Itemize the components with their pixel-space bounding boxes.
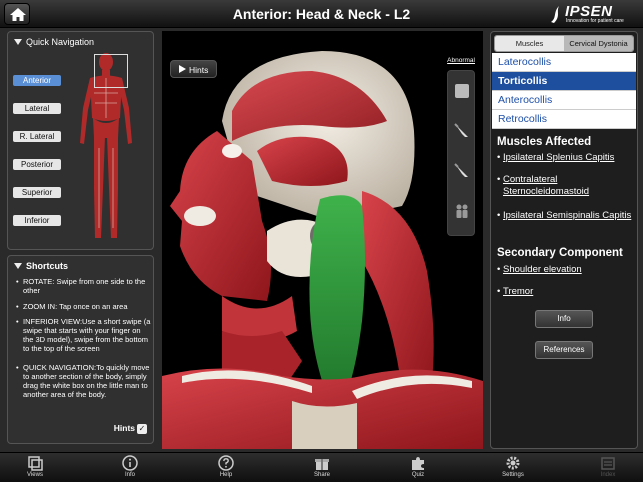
shortcut-item: • QUICK NAVIGATION:To quickly move to ano… (16, 363, 150, 399)
view-button-r-lateral[interactable]: R. Lateral (13, 131, 61, 142)
dystonia-type-torticollis[interactable]: Torticollis (492, 72, 636, 91)
tab-label: Views (27, 472, 43, 478)
tab-index[interactable]: Index (578, 454, 638, 482)
brand-logo: IPSEN Innovation for patient care (549, 2, 637, 26)
tab-label: Index (600, 472, 616, 478)
tab-help[interactable]: Help (196, 454, 256, 482)
hints-button[interactable]: Hints (170, 60, 217, 78)
tab-info[interactable]: Info (100, 454, 160, 482)
hints-button-label: Hints (189, 65, 209, 75)
views-icon (28, 456, 43, 471)
shortcuts-header[interactable]: Shortcuts (14, 261, 68, 271)
tab-label: Info (124, 472, 135, 478)
tab-share[interactable]: Share (292, 454, 352, 482)
tab-settings[interactable]: Settings (483, 454, 543, 482)
hints-checkbox[interactable]: ✓ (137, 424, 147, 434)
secondary-link[interactable]: • Tremor (497, 286, 635, 298)
view-button-anterior[interactable]: Anterior (13, 75, 61, 86)
tab-label: Help (219, 472, 233, 478)
tab-quiz[interactable]: Quiz (388, 454, 448, 482)
cervical-dystonia-panel: Muscles Cervical Dystonia Laterocollis T… (490, 31, 638, 449)
layers-tool-button[interactable] (452, 201, 472, 221)
brand-tagline: Innovation for patient care (566, 18, 624, 24)
secondary-component-title: Secondary Component (497, 247, 623, 259)
square-select-icon (455, 84, 469, 98)
page-title: Anterior: Head & Neck - L2 (232, 6, 411, 22)
tab-label: Share (313, 472, 330, 478)
tab-label: Settings (502, 472, 524, 478)
view-button-posterior[interactable]: Posterior (13, 159, 61, 170)
dystonia-type-laterocollis[interactable]: Laterocollis (492, 53, 636, 72)
shortcuts-panel: Shortcuts • ROTATE: Swipe from one side t… (7, 255, 154, 444)
quick-navigation-header[interactable]: Quick Navigation (14, 37, 94, 47)
anatomy-3d-viewport[interactable]: Hints Abnormal (162, 31, 483, 449)
muscles-affected-title: Muscles Affected (497, 136, 592, 148)
info-icon (122, 455, 138, 471)
scalpel-icon (454, 163, 468, 177)
bottom-tab-bar: Views Info Help Share Quiz Settings Inde… (0, 452, 643, 482)
restore-tool-button[interactable] (452, 161, 472, 181)
brand-mark-icon (551, 6, 559, 23)
dissect-tool-button[interactable] (452, 121, 472, 141)
shortcut-item: • INFERIOR VIEW:Use a short swipe (a swip… (16, 317, 151, 353)
collapse-triangle-icon (14, 39, 22, 45)
view-button-lateral[interactable]: Lateral (13, 103, 61, 114)
dystonia-type-anterocollis[interactable]: Anterocollis (492, 91, 636, 110)
navigation-selection-box[interactable] (94, 54, 128, 88)
panel-segmented-control: Muscles Cervical Dystonia (494, 35, 634, 52)
abnormal-link[interactable]: Abnormal (447, 57, 475, 64)
gift-icon (315, 459, 329, 470)
people-icon (456, 204, 468, 218)
view-button-inferior[interactable]: Inferior (13, 215, 61, 226)
info-button[interactable]: Info (535, 310, 593, 328)
scalpel-icon (454, 123, 468, 137)
view-button-superior[interactable]: Superior (13, 187, 61, 198)
shortcut-item: • ZOOM IN: Tap once on an area (16, 302, 128, 311)
shortcut-item: • ROTATE: Swipe from one side to the othe… (16, 277, 146, 295)
hints-toggle-label: Hints (113, 423, 135, 433)
collapse-triangle-icon (14, 263, 22, 269)
shortcuts-title: Shortcuts (26, 261, 69, 271)
segment-muscles[interactable]: Muscles (495, 36, 564, 51)
square-select-tool-button[interactable] (452, 81, 472, 101)
title-bar: Anterior: Head & Neck - L2 IPSEN Innovat… (0, 0, 643, 28)
muscle-link[interactable]: • Ipsilateral Splenius Capitis (497, 152, 635, 164)
muscle-link[interactable]: • Contralateral Sternocleidomastoid (497, 174, 635, 198)
model-toolbar (447, 70, 475, 236)
quick-navigation-title: Quick Navigation (26, 37, 95, 47)
play-icon (179, 65, 186, 73)
secondary-link[interactable]: • Shoulder elevation (497, 264, 635, 276)
segment-cervical-dystonia[interactable]: Cervical Dystonia (564, 36, 633, 51)
puzzle-icon (412, 457, 424, 470)
dystonia-type-retrocollis[interactable]: Retrocollis (492, 110, 636, 129)
tab-label: Quiz (411, 472, 425, 478)
muscle-link[interactable]: • Ipsilateral Semispinalis Capitis (497, 210, 635, 222)
app-window: Anterior: Head & Neck - L2 IPSEN Innovat… (0, 0, 643, 482)
references-button[interactable]: References (535, 341, 593, 359)
head-neck-model-image[interactable] (162, 31, 483, 449)
gear-icon (506, 456, 520, 470)
index-icon (601, 457, 615, 470)
tab-views[interactable]: Views (5, 454, 65, 482)
help-icon (218, 455, 234, 471)
quick-navigation-panel: Quick Navigation Anterior Lateral R. Lat… (7, 31, 154, 250)
